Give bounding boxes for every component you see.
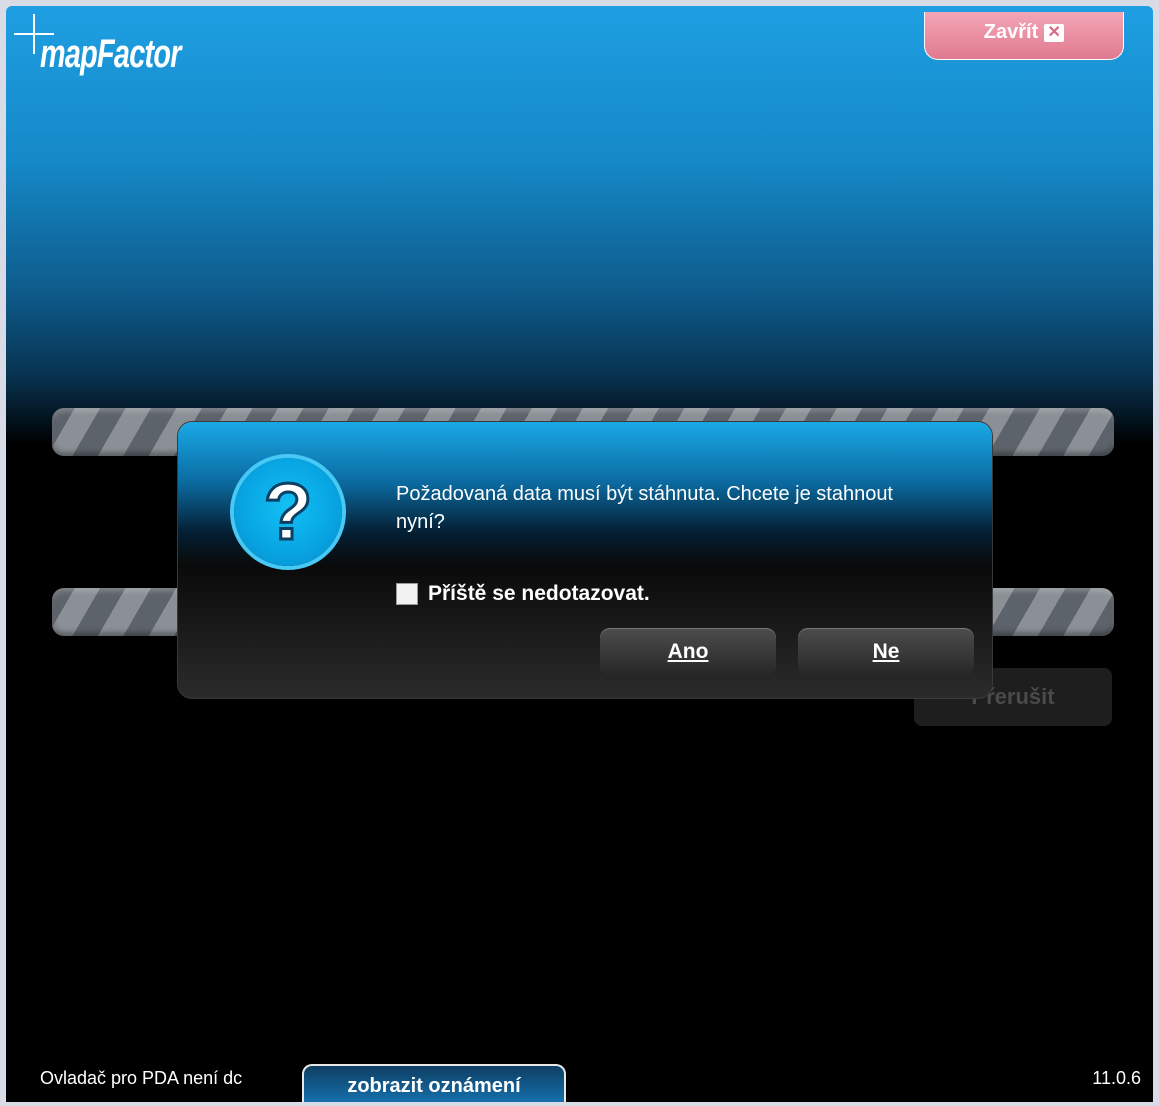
dont-ask-again-option[interactable]: Příště se nedotazovat.	[396, 582, 650, 606]
dialog-message: Požadovaná data musí být stáhnuta. Chcet…	[396, 483, 893, 533]
yes-button[interactable]: Ano	[600, 628, 776, 676]
dont-ask-again-checkbox[interactable]	[396, 583, 418, 605]
no-button-label: Ne	[872, 640, 900, 663]
app-window: mapFactor Zavřít ✕ Přerušit ? Požadovaná…	[6, 6, 1153, 1102]
status-text: Ovladač pro PDA není dc	[40, 1068, 243, 1088]
confirm-dialog: ? Požadovaná data musí být stáhnuta. Chc…	[178, 422, 992, 698]
dont-ask-again-label: Příště se nedotazovat.	[428, 582, 650, 605]
show-notifications-tab[interactable]: zobrazit oznámení	[302, 1064, 566, 1102]
version-label: 11.0.6	[1092, 1068, 1141, 1088]
question-icon: ?	[234, 458, 342, 566]
yes-button-label: Ano	[667, 640, 709, 663]
question-mark-glyph: ?	[262, 467, 314, 556]
close-button-label: Zavřít	[983, 21, 1039, 43]
close-x-icon: ✕	[1044, 23, 1065, 42]
close-button[interactable]: Zavřít ✕	[924, 12, 1124, 60]
app-logo: mapFactor	[40, 32, 181, 76]
no-button[interactable]: Ne	[798, 628, 974, 676]
